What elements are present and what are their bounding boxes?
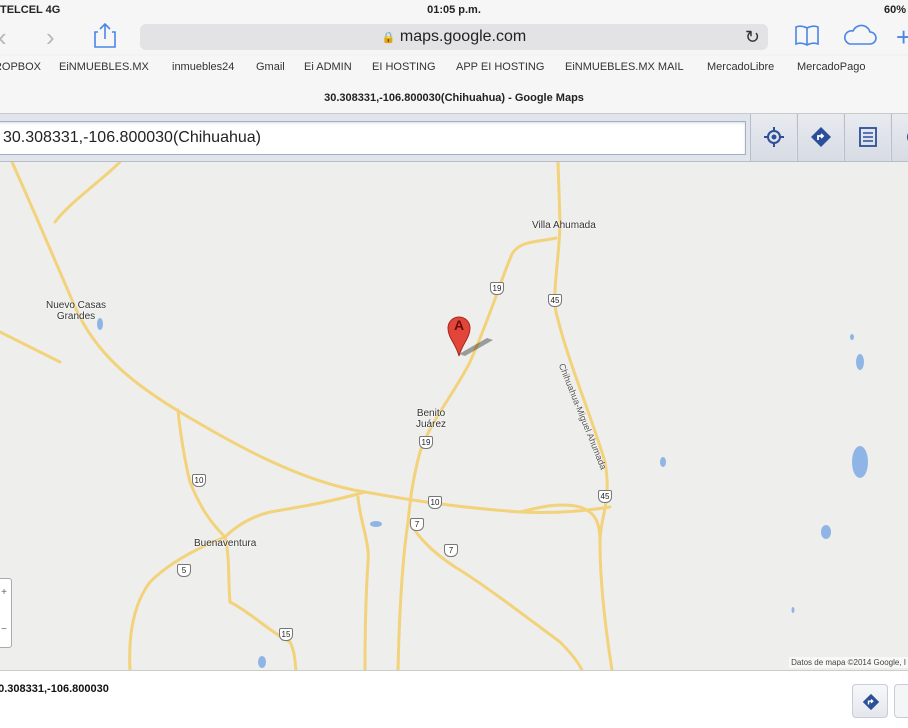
list-icon [859,127,877,147]
list-view-button[interactable] [844,114,890,161]
page-title: 30.308331,-106.800030(Chihuahua) - Googl… [0,78,908,114]
bookmark-item[interactable]: DROPBOX [0,61,41,73]
place-label-villa-ahumada[interactable]: Villa Ahumada [532,220,596,231]
directions-button[interactable] [797,114,843,161]
bookmark-item[interactable]: Ei ADMIN [304,61,352,73]
bookmark-item[interactable]: MercadoLibre [707,61,774,73]
directions-icon [811,127,831,147]
status-bar: TELCEL 4G 01:05 p.m. 60% [0,0,908,20]
zoom-out-icon[interactable]: − [0,624,11,635]
route-shield: 15 [279,628,293,641]
location-marker-a[interactable]: A [447,316,495,363]
road-network [0,162,868,670]
route-shield: 45 [548,294,562,307]
bookmark-item[interactable]: MercadoPago [797,61,866,73]
marker-label: A [453,317,465,333]
place-label-benito-juarez[interactable]: Benito Juárez [413,408,449,430]
bookmarks-bar: DROPBOX EiNMUEBLES.MX inmuebles24 Gmail … [0,56,908,78]
place-label-nuevo-casas-grandes[interactable]: Nuevo Casas Grandes [38,300,114,322]
share-icon[interactable] [94,22,116,53]
cloud-icon[interactable] [842,22,878,53]
place-label-buenaventura[interactable]: Buenaventura [194,538,256,549]
route-shield: 7 [410,518,424,531]
reload-icon[interactable]: ↻ [745,24,760,50]
browser-toolbar: ‹ › 🔒 maps.google.com ↻ + [0,20,908,54]
route-shield: 10 [192,474,206,487]
map-canvas[interactable]: Villa Ahumada Nuevo Casas Grandes Benito… [0,162,908,670]
address-bar[interactable]: 🔒 maps.google.com ↻ [140,24,768,50]
crosshair-icon [764,127,784,147]
my-location-button[interactable] [750,114,796,161]
maps-search-bar: 30.308331,-106.800030(Chihuahua) [0,114,908,162]
route-shield: 10 [428,496,442,509]
search-input[interactable]: 30.308331,-106.800030(Chihuahua) [0,121,746,155]
settings-button[interactable] [891,114,908,161]
zoom-control[interactable]: + − [0,578,12,648]
result-coordinates[interactable]: 30.308331,-106.800030 [0,683,109,695]
bookmark-item[interactable]: inmuebles24 [172,61,234,73]
zoom-in-icon[interactable]: + [0,587,11,598]
bookmark-item[interactable]: EiNMUEBLES.MX [59,61,149,73]
bookmark-item[interactable]: EiNMUEBLES.MX MAIL [565,61,684,73]
route-shield: 19 [490,282,504,295]
directions-icon [862,693,880,711]
result-bar: 30.308331,-106.800030 [0,670,908,728]
bookmark-item[interactable]: Gmail [256,61,285,73]
route-shield: 45 [598,490,612,503]
gear-icon [907,133,908,141]
back-icon[interactable]: ‹ [0,24,7,50]
battery-level: 60% [883,4,906,16]
new-tab-icon[interactable]: + [896,24,908,50]
directions-to-button[interactable] [852,684,888,718]
bookmark-item[interactable]: APP EI HOSTING [456,61,544,73]
more-button[interactable] [894,684,908,718]
route-shield: 5 [177,564,191,577]
route-shield: 19 [419,436,433,449]
bookmark-item[interactable]: EI HOSTING [372,61,436,73]
url-text: maps.google.com [399,28,527,45]
bookmarks-icon[interactable] [794,22,820,53]
map-attribution: Datos de mapa ©2014 Google, I [789,657,908,668]
clock: 01:05 p.m. [427,4,481,16]
lock-icon: 🔒 [381,32,396,44]
route-shield: 7 [444,544,458,557]
forward-icon[interactable]: › [46,24,55,50]
